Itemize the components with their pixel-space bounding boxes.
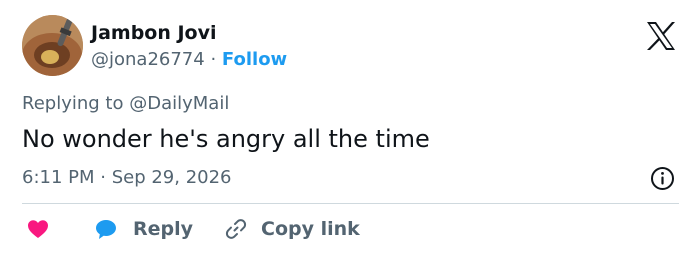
meta-separator: · [210, 49, 217, 70]
author-meta: @jona26774 · Follow [91, 47, 287, 73]
follow-button[interactable]: Follow [222, 49, 287, 70]
replying-to-handle[interactable]: @DailyMail [129, 93, 229, 114]
replying-to-prefix: Replying to [22, 93, 124, 114]
like-button[interactable] [22, 217, 50, 241]
copy-link-button[interactable]: Copy link [224, 217, 360, 241]
author-name[interactable]: Jambon Jovi [91, 20, 217, 46]
speech-bubble-icon [96, 220, 116, 239]
heart-icon [28, 220, 48, 238]
link-icon [225, 219, 247, 239]
avatar[interactable] [22, 15, 83, 76]
reply-label: Reply [133, 218, 194, 240]
info-icon[interactable] [650, 166, 675, 191]
reply-button[interactable]: Reply [94, 217, 193, 241]
author-handle[interactable]: @jona26774 [91, 49, 205, 70]
replying-to: Replying to @DailyMail [22, 91, 229, 117]
copy-link-label: Copy link [261, 218, 360, 240]
action-bar: Reply Copy link [22, 212, 360, 246]
tweet-text: No wonder he's angry all the time [22, 125, 430, 153]
tweet-timestamp[interactable]: 6:11 PM · Sep 29, 2026 [22, 165, 232, 191]
divider [22, 203, 679, 204]
x-logo-icon[interactable] [645, 20, 677, 52]
